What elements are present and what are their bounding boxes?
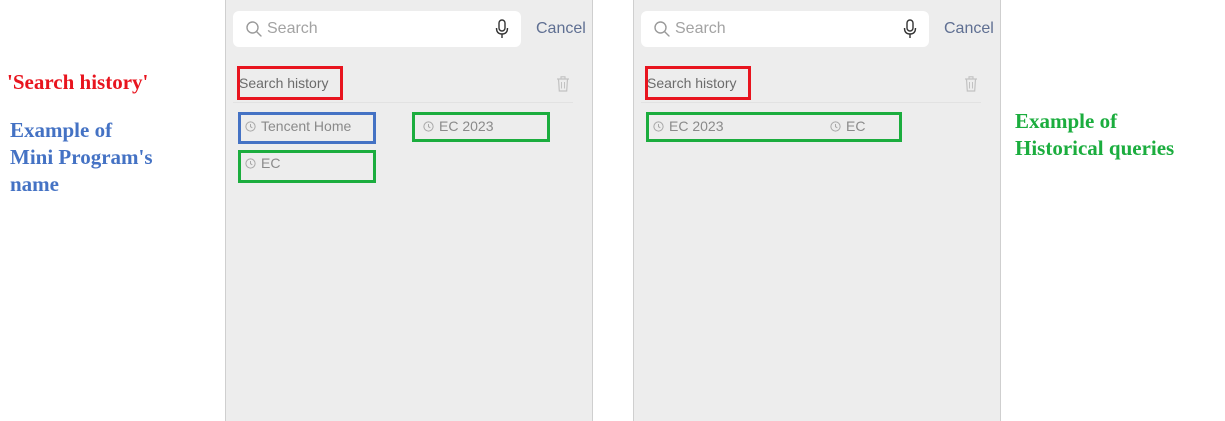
annotation-historical-queries: Example of Historical queries xyxy=(1015,108,1225,162)
search-input[interactable]: Search xyxy=(233,11,521,47)
annotation-line: Historical queries xyxy=(1015,136,1175,160)
annotation-mini-program-name: Example of Mini Program's name xyxy=(10,117,210,198)
trash-icon[interactable] xyxy=(556,76,570,92)
microphone-icon[interactable] xyxy=(495,19,509,39)
trash-icon[interactable] xyxy=(964,76,978,92)
search-placeholder: Search xyxy=(267,20,318,37)
highlight-query xyxy=(646,112,902,142)
annotation-line: name xyxy=(10,172,59,196)
microphone-icon[interactable] xyxy=(903,19,917,39)
search-panel-right: Search Cancel Search history EC 2023 EC xyxy=(633,0,1001,421)
highlight-query xyxy=(412,112,550,142)
search-placeholder: Search xyxy=(675,20,726,37)
highlight-search-history xyxy=(237,66,343,100)
highlight-mini-program xyxy=(238,112,376,144)
highlight-search-history xyxy=(645,66,751,100)
search-panel-left: Search Cancel Search history Tencent Hom… xyxy=(225,0,593,421)
annotation-line: Example of xyxy=(1015,109,1118,133)
highlight-query xyxy=(238,150,376,183)
annotation-line: Mini Program's xyxy=(10,145,153,169)
cancel-button[interactable]: Cancel xyxy=(536,11,586,47)
search-icon xyxy=(654,21,670,37)
annotation-search-history: 'Search history' xyxy=(7,70,149,94)
annotation-line: Example of xyxy=(10,118,113,142)
search-icon xyxy=(246,21,262,37)
cancel-button[interactable]: Cancel xyxy=(944,11,994,47)
search-input[interactable]: Search xyxy=(641,11,929,47)
